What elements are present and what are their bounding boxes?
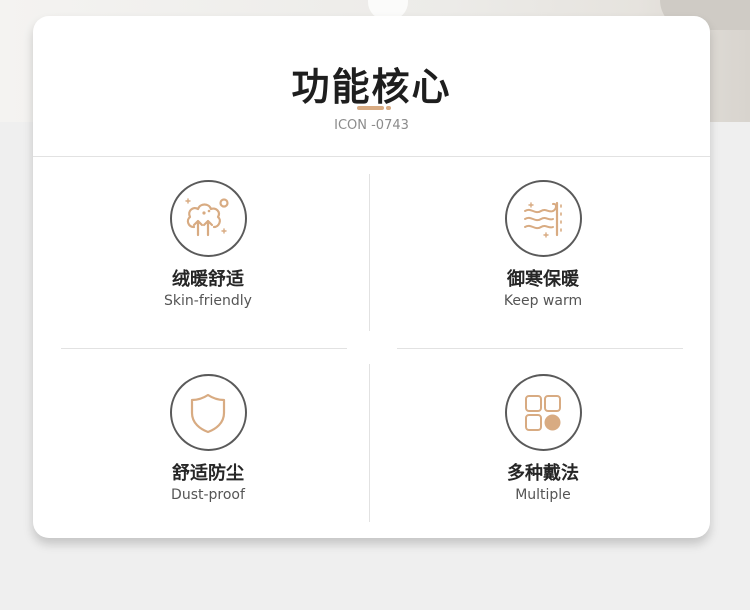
accent-dot [386,106,391,110]
feature-card: 功能核心 ICON -0743 绒暖舒适 Skin-friendly 御寒保暖 … [33,16,710,538]
column-divider [369,364,370,522]
accent-bar [357,106,384,110]
feature-keep-warm: 御寒保暖 Keep warm [393,180,693,310]
feature-title: 多种戴法 [507,463,579,484]
page-title: 功能核心 [291,65,452,109]
feature-subtitle: Dust-proof [171,487,245,503]
column-divider [369,174,370,331]
feature-dust-proof: 舒适防尘 Dust-proof [58,374,358,504]
feature-subtitle: Skin-friendly [164,293,252,309]
feature-title: 绒暖舒适 [172,269,244,290]
icon-ring [504,180,582,257]
icon-ring [169,374,247,451]
feature-title: 御寒保暖 [507,269,579,290]
wind-snow-icon [524,201,562,238]
icon-ring [504,374,582,451]
icon-ring [169,180,247,257]
feature-subtitle: Multiple [515,487,571,503]
page-subtitle: ICON -0743 [334,118,409,133]
shield-icon [190,393,226,433]
row-divider [397,348,683,349]
row-divider [61,348,347,349]
feature-skin-friendly: 绒暖舒适 Skin-friendly [58,180,358,310]
feature-multiple: 多种戴法 Multiple [393,374,693,504]
feature-title: 舒适防尘 [172,463,244,484]
grid-icon [525,394,561,431]
feature-subtitle: Keep warm [503,293,583,309]
header-divider [33,156,710,157]
trees-icon [185,197,229,236]
